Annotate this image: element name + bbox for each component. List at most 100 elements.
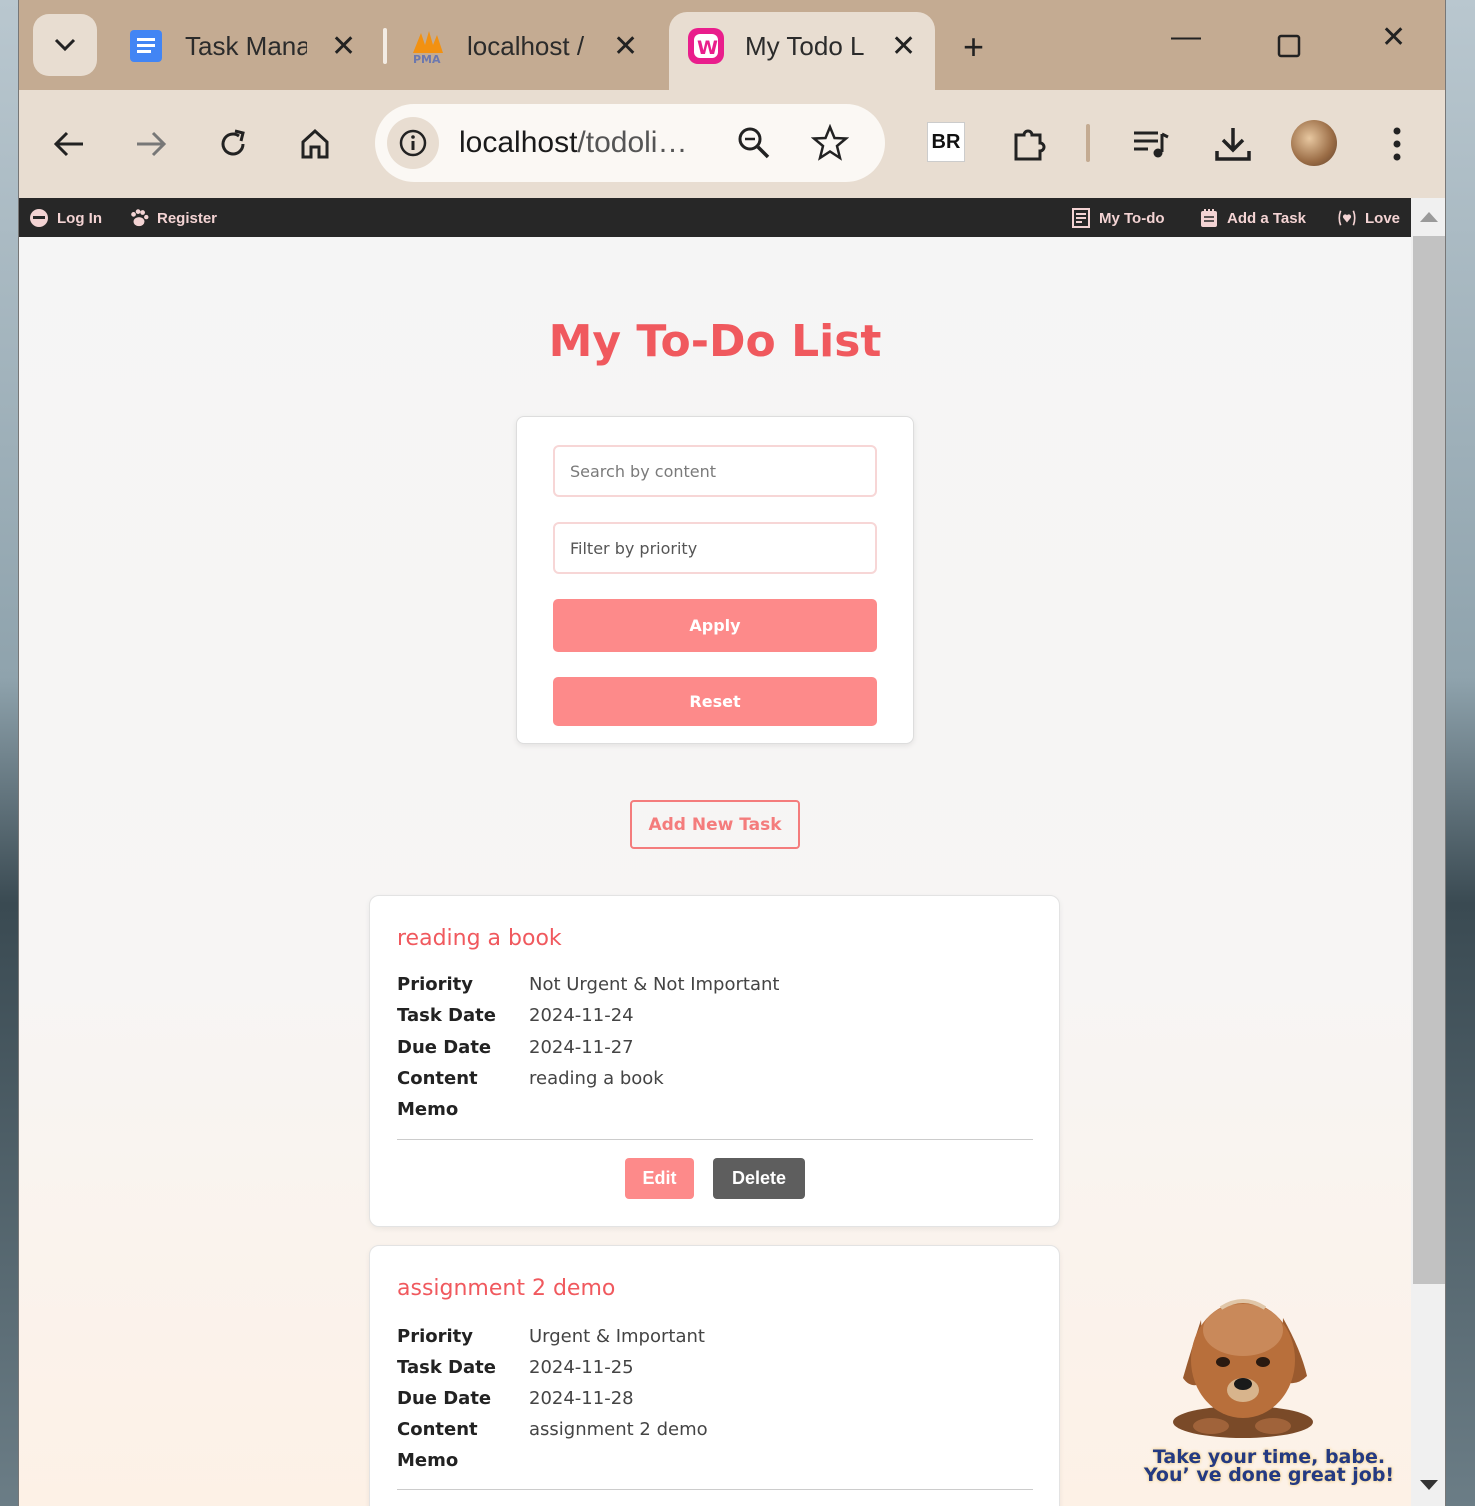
back-icon[interactable] — [47, 122, 91, 166]
page-viewport: Log In Register My To-do Add a Task Love… — [19, 198, 1411, 1506]
tab-search-button[interactable] — [33, 14, 97, 76]
wampserver-icon: W — [687, 27, 725, 65]
tab-task-manager[interactable]: Task Manag ✕ — [127, 14, 356, 78]
add-task-link[interactable]: Add a Task — [1199, 208, 1306, 228]
page-title: My To-Do List — [548, 316, 882, 367]
due-date-label: Due Date — [397, 1388, 492, 1409]
profile-avatar[interactable] — [1291, 120, 1337, 166]
task-date-label: Task Date — [397, 1005, 496, 1026]
task-date-value: 2024-11-24 — [529, 1005, 634, 1026]
paw-icon — [129, 208, 149, 228]
task-date-row: Task Date 2024-11-24 — [397, 1005, 634, 1026]
close-tab-icon[interactable]: ✕ — [613, 29, 638, 64]
priority-value: Not Urgent & Not Important — [529, 974, 780, 995]
extensions-puzzle-icon[interactable] — [1007, 122, 1051, 166]
tab-my-todo[interactable]: W My Todo L ✕ — [687, 14, 916, 78]
tab-separator — [383, 28, 387, 64]
filter-card: Filter by priority Apply Reset — [516, 416, 914, 744]
due-date-value: 2024-11-27 — [529, 1037, 634, 1058]
card-divider — [397, 1489, 1033, 1490]
login-link[interactable]: Log In — [29, 208, 102, 228]
task-priority-row: Priority Not Urgent & Not Important — [397, 974, 779, 995]
home-icon[interactable] — [293, 122, 337, 166]
due-date-label: Due Date — [397, 1037, 492, 1058]
my-todo-label: My To-do — [1099, 209, 1165, 227]
priority-label: Priority — [397, 1326, 473, 1347]
wp-admin-bar: Log In Register My To-do Add a Task Love — [19, 198, 1411, 237]
url-path: /todoli… — [577, 126, 688, 159]
br-extension-icon[interactable]: BR — [927, 122, 965, 162]
tab-title: Task Manag — [185, 30, 307, 61]
due-date-value: 2024-11-28 — [529, 1388, 634, 1409]
search-input[interactable] — [553, 445, 877, 497]
content-label: Content — [397, 1419, 478, 1440]
register-link[interactable]: Register — [129, 208, 217, 228]
card-divider — [397, 1139, 1033, 1140]
address-bar[interactable]: localhost/todoli… — [375, 104, 885, 182]
login-icon — [29, 208, 49, 228]
page-scrollbar[interactable] — [1411, 198, 1445, 1506]
svg-text:PMA: PMA — [413, 53, 441, 65]
register-label: Register — [157, 209, 218, 227]
tab-title: localhost / — [467, 30, 585, 61]
close-window-icon[interactable]: ✕ — [1381, 20, 1406, 55]
list-icon — [1071, 208, 1091, 228]
add-new-task-button[interactable]: Add New Task — [630, 800, 800, 849]
task-card: assignment 2 demo Priority Urgent & Impo… — [369, 1245, 1060, 1506]
more-menu-icon[interactable] — [1375, 122, 1419, 166]
chevron-down-icon — [54, 38, 76, 52]
content-row: Content reading a book — [397, 1068, 664, 1089]
new-tab-button[interactable]: + — [963, 26, 984, 68]
maximize-icon[interactable] — [1277, 32, 1301, 66]
tab-title: My Todo L — [745, 30, 865, 61]
bookmark-star-icon[interactable] — [810, 123, 850, 166]
edit-button[interactable]: Edit — [625, 1158, 694, 1199]
task-title: reading a book — [397, 926, 562, 951]
toolbar-separator — [1086, 124, 1090, 162]
priority-filter-select[interactable]: Filter by priority — [553, 522, 877, 574]
scroll-down-icon[interactable] — [1420, 1480, 1438, 1490]
download-icon[interactable] — [1211, 122, 1255, 166]
delete-button[interactable]: Delete — [713, 1158, 805, 1199]
content-value: reading a book — [529, 1068, 664, 1089]
login-label: Log In — [57, 209, 102, 227]
forward-icon[interactable] — [129, 122, 173, 166]
content-value: assignment 2 demo — [529, 1419, 708, 1440]
site-info-icon[interactable] — [387, 117, 439, 169]
my-todo-link[interactable]: My To-do — [1071, 208, 1165, 228]
dog-mascot: Take your time, babe. You’ ve done great… — [1139, 1290, 1399, 1506]
reload-icon[interactable] — [211, 122, 255, 166]
close-tab-icon[interactable]: ✕ — [891, 29, 916, 64]
task-priority-row: Priority Urgent & Important — [397, 1326, 705, 1347]
heart-icon — [1337, 208, 1357, 228]
love-link[interactable]: Love — [1337, 208, 1400, 228]
browser-toolbar: localhost/todoli… BR — [19, 90, 1445, 198]
url-text: localhost/todoli… — [459, 126, 687, 160]
phpmyadmin-icon: PMA — [409, 27, 447, 65]
memo-label: Memo — [397, 1099, 459, 1120]
content-label: Content — [397, 1068, 478, 1089]
tab-phpmyadmin[interactable]: PMA localhost / ✕ — [409, 14, 638, 78]
reset-button[interactable]: Reset — [553, 677, 877, 726]
google-docs-icon — [127, 27, 165, 65]
love-label: Love — [1365, 209, 1401, 227]
br-extension-label: BR — [931, 130, 961, 153]
scrollbar-thumb[interactable] — [1413, 236, 1445, 1284]
task-date-row: Task Date 2024-11-25 — [397, 1357, 634, 1378]
due-date-row: Due Date 2024-11-27 — [397, 1037, 634, 1058]
svg-text:W: W — [697, 37, 718, 59]
browser-window: Task Manag ✕ PMA localhost / ✕ W My Todo… — [18, 0, 1446, 1506]
tab-strip: Task Manag ✕ PMA localhost / ✕ W My Todo… — [19, 0, 1445, 92]
due-date-row: Due Date 2024-11-28 — [397, 1388, 634, 1409]
notepad-icon — [1199, 208, 1219, 228]
task-date-value: 2024-11-25 — [529, 1357, 634, 1378]
zoom-icon[interactable] — [737, 126, 771, 164]
task-card: reading a book Priority Not Urgent & Not… — [369, 895, 1060, 1227]
close-tab-icon[interactable]: ✕ — [331, 29, 356, 64]
apply-button[interactable]: Apply — [553, 599, 877, 652]
scroll-up-icon[interactable] — [1420, 212, 1438, 222]
media-queue-icon[interactable] — [1129, 122, 1173, 166]
task-title: assignment 2 demo — [397, 1276, 616, 1301]
add-task-label: Add a Task — [1227, 209, 1306, 227]
minimize-icon[interactable]: — — [1171, 20, 1201, 54]
